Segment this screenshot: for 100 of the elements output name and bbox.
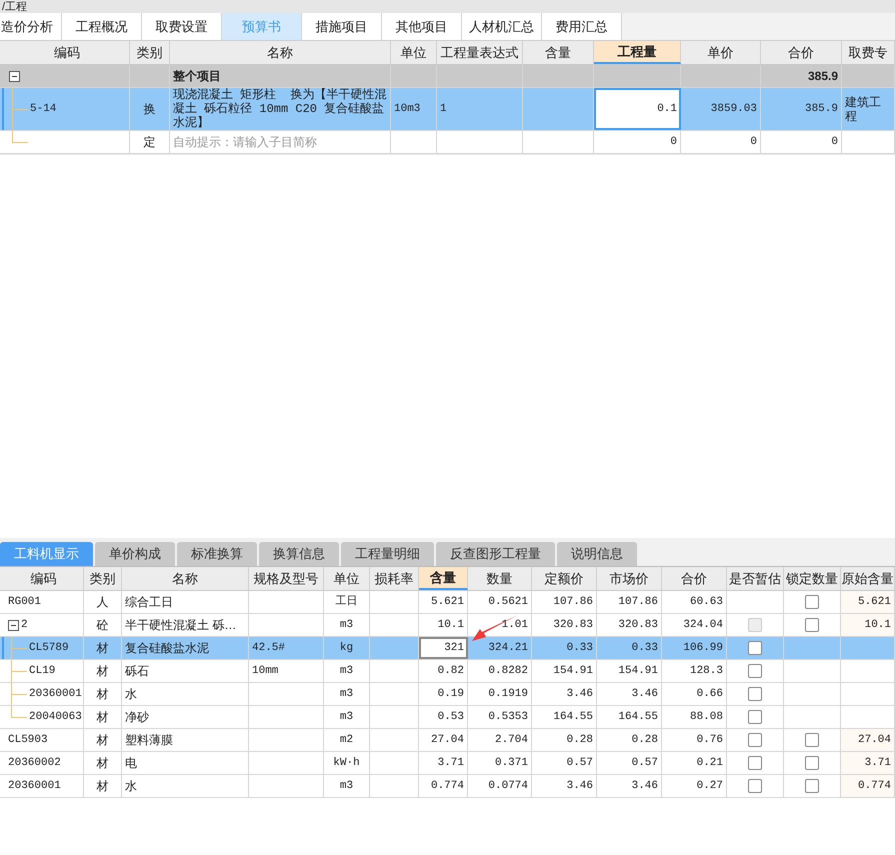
checkbox[interactable] [805, 618, 819, 632]
column-header[interactable]: 单价 [681, 41, 761, 64]
table-cell: 154.91 [618, 664, 658, 678]
checkbox[interactable] [805, 756, 819, 770]
table-cell: 20360001 [8, 779, 61, 793]
table-cell: 1 [440, 102, 447, 116]
table-cell: 水 [125, 687, 137, 701]
tab[interactable]: 取费设置 [142, 13, 222, 40]
checkbox[interactable] [805, 733, 819, 747]
table-cell: 5.621 [858, 595, 891, 609]
table-cell: 整个项目 [173, 69, 221, 83]
column-header[interactable]: 取费专 [842, 41, 895, 64]
table-cell: 324.04 [683, 618, 723, 632]
table-cell: 164.55 [553, 710, 593, 724]
table-cell: 3.46 [566, 779, 593, 793]
table-cell: 材 [96, 641, 108, 655]
tab[interactable]: 换算信息 [259, 542, 339, 566]
column-header[interactable]: 类别 [130, 41, 170, 64]
tree-connector [9, 660, 27, 682]
table-cell: 88.08 [690, 710, 723, 724]
table-cell: 320.83 [553, 618, 593, 632]
table-cell: kg [340, 641, 354, 655]
tab[interactable]: 工程概况 [62, 13, 142, 40]
checkbox[interactable] [748, 779, 762, 793]
column-header[interactable]: 工程量表达式 [437, 41, 523, 64]
table-cell: 5-14 [30, 102, 56, 116]
checkbox[interactable] [748, 710, 762, 724]
checkbox[interactable] [805, 779, 819, 793]
tab[interactable]: 其他项目 [382, 13, 462, 40]
column-header[interactable]: 类别 [84, 567, 122, 590]
checkbox[interactable] [748, 756, 762, 770]
table-cell: 3.46 [632, 779, 658, 793]
tab[interactable]: 工程量明细 [341, 542, 434, 566]
table-cell: kW·h [333, 756, 360, 770]
table-cell: 工日 [336, 595, 358, 609]
table-cell: 42.5# [252, 641, 286, 655]
table-cell: 0.774 [858, 779, 891, 793]
column-header[interactable]: 锁定数量 [784, 567, 841, 590]
column-header[interactable]: 名称 [122, 567, 249, 590]
checkbox[interactable] [748, 733, 762, 747]
table-cell: RG001 [8, 595, 42, 609]
table-cell: 0.53 [438, 710, 464, 724]
column-header[interactable]: 单位 [391, 41, 437, 64]
column-header[interactable]: 市场价 [597, 567, 662, 590]
table-cell: 164.55 [618, 710, 658, 724]
tab[interactable]: 反查图形工程量 [436, 542, 555, 566]
tab[interactable]: 造价分析 [0, 13, 62, 40]
table-cell: m2 [340, 733, 354, 747]
column-header[interactable]: 工程量 [594, 41, 681, 64]
table-cell: 3859.03 [710, 102, 757, 116]
tab[interactable]: 人材机汇总 [462, 13, 542, 40]
table-cell: 27.04 [430, 733, 464, 747]
column-header[interactable]: 单位 [324, 567, 370, 590]
table-cell: 10.1 [438, 618, 464, 632]
table-cell: 0.66 [696, 687, 723, 701]
table-cell: 材 [96, 687, 108, 701]
checkbox[interactable] [805, 595, 819, 609]
table-cell: 107.86 [618, 595, 658, 609]
table-cell: CL5789 [29, 641, 69, 655]
column-header[interactable]: 合价 [662, 567, 727, 590]
input-field[interactable]: 0.1 [657, 102, 677, 116]
tab[interactable]: 说明信息 [557, 542, 637, 566]
checkbox[interactable] [748, 664, 762, 678]
table-cell: 27.04 [858, 733, 891, 747]
table-cell: 材 [96, 664, 108, 678]
column-header[interactable]: 定额价 [532, 567, 597, 590]
collapse-button[interactable] [9, 70, 20, 82]
checkbox[interactable] [748, 641, 762, 655]
table-cell: 0.33 [632, 641, 658, 655]
table-cell: 材 [96, 710, 108, 724]
table-cell: 1.01 [502, 618, 528, 632]
tab[interactable]: 单价构成 [95, 542, 175, 566]
tree-connector [9, 683, 27, 705]
table-cell: 0 [670, 135, 677, 149]
table-cell: m3 [340, 664, 354, 678]
tab[interactable]: 标准换算 [177, 542, 257, 566]
column-header[interactable]: 合价 [761, 41, 842, 64]
table-cell: 0.21 [696, 756, 723, 770]
table-cell: 107.86 [553, 595, 593, 609]
column-header[interactable]: 原始含量 [841, 567, 895, 590]
tab[interactable]: 措施项目 [302, 13, 382, 40]
tab[interactable]: 费用汇总 [542, 13, 622, 40]
column-header[interactable]: 数量 [468, 567, 532, 590]
table-cell: 半干硬性混凝土 砾… [125, 618, 236, 632]
table-cell: m3 [340, 710, 354, 724]
column-header[interactable]: 名称 [170, 41, 391, 64]
table-cell: 20360002 [8, 756, 61, 770]
table-cell: 材 [96, 756, 108, 770]
table-cell: 净砂 [125, 710, 149, 724]
table-cell: 3.46 [632, 687, 658, 701]
column-header[interactable]: 编码 [5, 41, 130, 64]
table-cell: 154.91 [553, 664, 593, 678]
column-header[interactable]: 是否暂估 [727, 567, 784, 590]
table-cell: 10mm [252, 664, 278, 678]
collapse-button[interactable] [8, 620, 19, 630]
checkbox[interactable] [748, 687, 762, 701]
column-header[interactable]: 规格及型号 [249, 567, 324, 590]
column-header[interactable]: 含量 [419, 567, 468, 590]
column-header[interactable]: 编码 [4, 567, 84, 590]
table-cell: 106.99 [683, 641, 723, 655]
